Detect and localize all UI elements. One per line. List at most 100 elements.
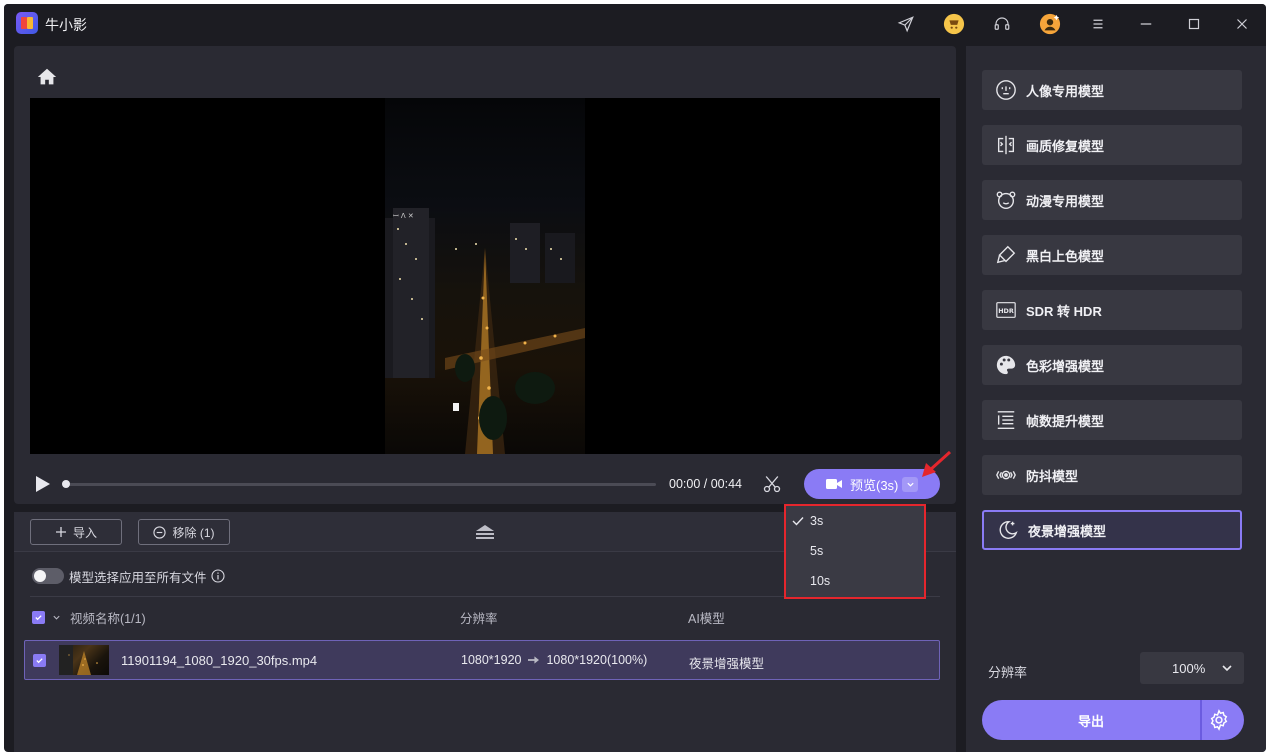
remove-button-label: 移除 (1) <box>172 525 215 540</box>
model-label: 帧数提升模型 <box>1026 413 1105 429</box>
output-resolution-value: 100% <box>1172 660 1206 676</box>
video-frame: ꟷ ᐱ ✕ <box>385 98 585 454</box>
resolution-from: 1080*1920 <box>461 653 522 667</box>
app-title: 牛小影 <box>45 17 87 33</box>
progress-knob[interactable] <box>62 480 70 488</box>
preview-duration-menu: 3s 5s 10s <box>784 504 926 599</box>
resolution-to: 1080*1920(100%) <box>546 653 648 667</box>
title-bar: 牛小影 <box>4 4 1266 44</box>
apply-all-label: 模型选择应用至所有文件 <box>69 570 207 585</box>
checkmark-icon <box>786 516 810 526</box>
video-player[interactable]: ꟷ ᐱ ✕ <box>30 98 940 454</box>
maximize-icon[interactable] <box>1182 12 1206 36</box>
export-divider <box>1200 700 1202 740</box>
column-header-name: 视频名称(1/1) <box>32 608 146 627</box>
model-sidebar: 人像专用模型 画质修复模型 动漫专用模型 黑白上色模型 HDR SDR 转 HD… <box>966 46 1266 752</box>
preview-button-label: 预览(3s) <box>850 477 899 493</box>
table-row[interactable]: 11901194_1080_1920_30fps.mp4 1080*1920 1… <box>24 640 940 680</box>
model-anime-button[interactable]: 动漫专用模型 <box>982 180 1242 220</box>
palette-icon <box>994 353 1018 377</box>
file-resolution: 1080*1920 1080*1920(100%) <box>461 653 647 667</box>
minimize-icon[interactable] <box>1134 12 1158 36</box>
chevron-down-icon[interactable] <box>52 613 61 622</box>
column-name-label: 视频名称(1/1) <box>70 612 146 626</box>
export-button[interactable]: 导出 <box>982 700 1200 740</box>
menu-icon[interactable] <box>1086 12 1110 36</box>
paint-brush-icon <box>994 243 1018 267</box>
close-icon[interactable] <box>1230 12 1254 36</box>
model-hdr-button[interactable]: HDR SDR 转 HDR <box>982 290 1242 330</box>
chevron-down-icon <box>1220 661 1234 675</box>
time-readout: 00:00 / 00:44 <box>669 477 742 491</box>
progress-track[interactable] <box>64 483 656 486</box>
headset-support-icon[interactable] <box>990 12 1014 36</box>
preview-duration-dropdown[interactable] <box>902 477 918 492</box>
menu-item-10s[interactable]: 10s <box>786 566 924 596</box>
info-icon[interactable] <box>210 569 225 583</box>
export-button-group: 导出 <box>982 700 1244 740</box>
player-controls: 00:00 / 00:44 预览(3s) <box>30 466 940 502</box>
play-icon[interactable] <box>32 474 52 494</box>
app-window: 牛小影 ꟷ ᐱ ✕ 00:00 / 00:44 预览(3s) 导入 移除 (1)… <box>4 4 1266 752</box>
user-avatar-icon[interactable] <box>1038 12 1062 36</box>
video-preview-panel: ꟷ ᐱ ✕ 00:00 / 00:44 预览(3s) <box>14 46 956 504</box>
column-header-model: AI模型 <box>688 612 725 626</box>
output-resolution-select[interactable]: 100% <box>1140 652 1244 684</box>
hdr-icon: HDR <box>994 298 1018 322</box>
scissors-icon[interactable] <box>762 474 782 494</box>
model-label: 夜景增强模型 <box>1028 523 1107 539</box>
gear-icon[interactable] <box>1208 709 1230 731</box>
model-night-enhance-button[interactable]: 夜景增强模型 <box>982 510 1242 550</box>
video-camera-icon <box>826 479 842 489</box>
menu-item-label: 3s <box>810 514 824 528</box>
app-logo-icon <box>16 12 38 34</box>
menu-item-5s[interactable]: 5s <box>786 536 924 566</box>
file-model: 夜景增强模型 <box>689 657 765 671</box>
model-colorize-button[interactable]: 黑白上色模型 <box>982 235 1242 275</box>
video-thumbnail <box>59 645 109 675</box>
collapse-panel-icon[interactable] <box>474 523 496 541</box>
row-checkbox[interactable] <box>33 654 46 667</box>
vip-cart-icon[interactable] <box>942 12 966 36</box>
model-label: 防抖模型 <box>1026 468 1079 484</box>
select-all-checkbox[interactable] <box>32 611 45 624</box>
annotation-arrow-icon <box>922 450 952 477</box>
send-icon[interactable] <box>894 12 918 36</box>
model-label: 人像专用模型 <box>1026 83 1105 99</box>
file-name: 11901194_1080_1920_30fps.mp4 <box>121 653 318 668</box>
model-label: 色彩增强模型 <box>1026 358 1105 374</box>
model-stabilize-button[interactable]: 防抖模型 <box>982 455 1242 495</box>
night-moon-icon <box>996 518 1020 542</box>
home-icon[interactable] <box>36 66 58 88</box>
model-label: 动漫专用模型 <box>1026 193 1105 209</box>
import-button[interactable]: 导入 <box>30 519 122 545</box>
apply-all-row: 模型选择应用至所有文件 <box>32 566 225 586</box>
anime-bear-icon <box>994 188 1018 212</box>
plus-icon <box>55 526 67 538</box>
output-resolution-label: 分辨率 <box>988 665 1028 680</box>
svg-text:HDR: HDR <box>998 307 1014 315</box>
night-city-thumbnail: ꟷ ᐱ ✕ <box>385 208 585 454</box>
minus-circle-icon <box>153 525 167 539</box>
model-label: 画质修复模型 <box>1026 138 1105 154</box>
remove-button[interactable]: 移除 (1) <box>138 519 230 545</box>
import-button-label: 导入 <box>72 525 97 540</box>
chevron-down-icon <box>906 482 914 487</box>
svg-text:ꟷ ᐱ ✕: ꟷ ᐱ ✕ <box>393 212 414 220</box>
frames-icon <box>994 408 1018 432</box>
split-image-icon <box>994 133 1018 157</box>
apply-all-toggle[interactable] <box>32 568 64 584</box>
model-quality-repair-button[interactable]: 画质修复模型 <box>982 125 1242 165</box>
model-label: 黑白上色模型 <box>1026 248 1105 264</box>
model-label: SDR 转 HDR <box>1026 303 1102 319</box>
menu-item-label: 10s <box>810 574 831 588</box>
model-portrait-button[interactable]: 人像专用模型 <box>982 70 1242 110</box>
menu-item-3s[interactable]: 3s <box>786 506 924 536</box>
stabilize-icon <box>994 463 1018 487</box>
menu-item-label: 5s <box>810 544 824 558</box>
column-header-resolution: 分辨率 <box>460 612 498 626</box>
model-color-enhance-button[interactable]: 色彩增强模型 <box>982 345 1242 385</box>
arrow-right-icon <box>528 655 540 665</box>
model-frame-rate-button[interactable]: 帧数提升模型 <box>982 400 1242 440</box>
portrait-face-icon <box>994 78 1018 102</box>
